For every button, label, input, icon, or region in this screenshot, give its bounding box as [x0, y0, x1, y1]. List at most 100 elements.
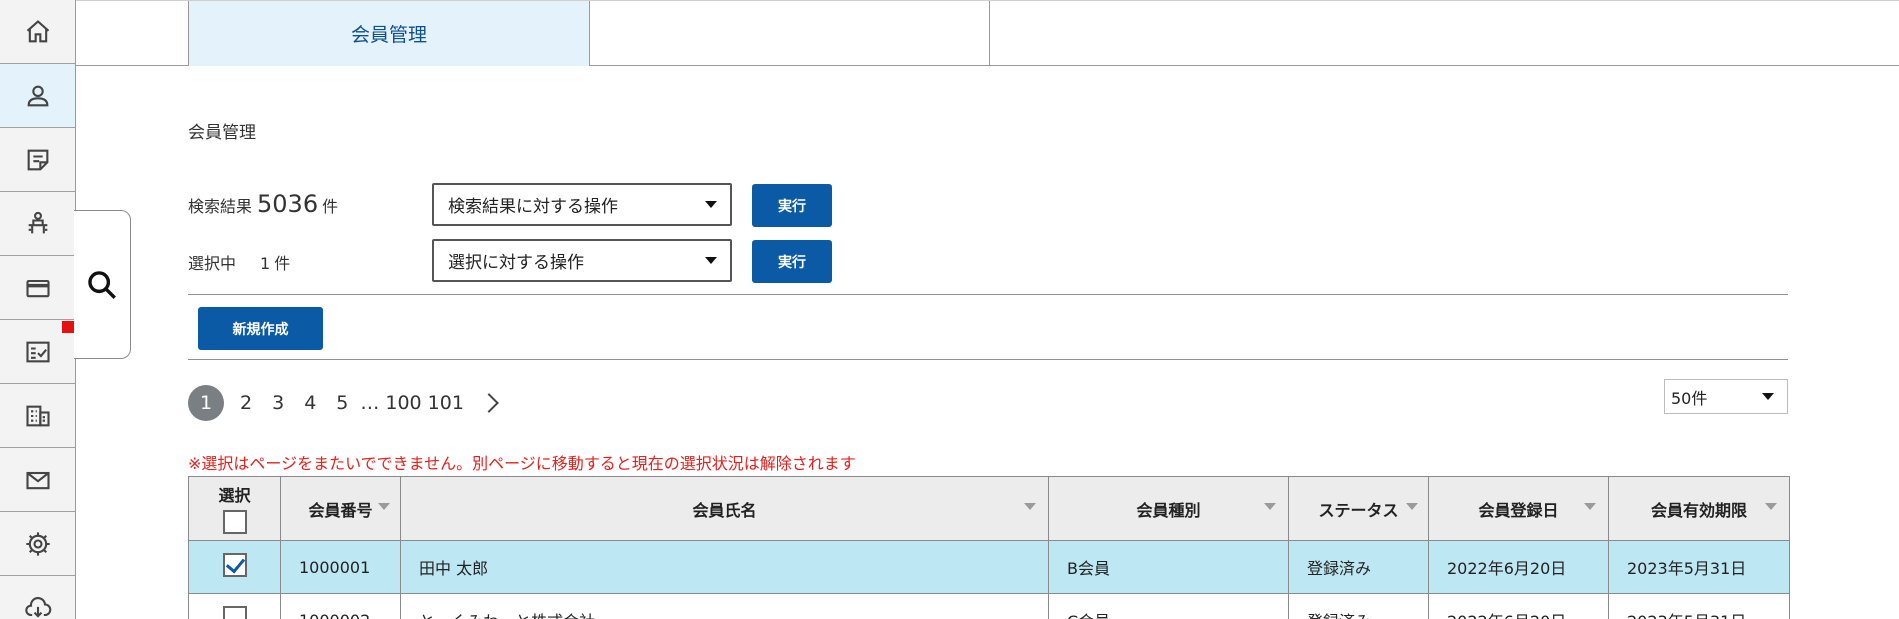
cell-member-no: 1000001 — [280, 540, 401, 594]
tab-label: 会員管理 — [350, 24, 427, 46]
chevron-right-icon[interactable] — [479, 393, 499, 413]
divider — [188, 294, 1788, 295]
building-icon — [25, 405, 50, 426]
page-link[interactable]: 5 — [336, 392, 348, 414]
mail-icon — [25, 471, 50, 489]
header-select: 選択 — [188, 476, 281, 541]
cell-registered: 2022年6月20日 — [1428, 593, 1609, 619]
selection-run-button[interactable]: 実行 — [752, 240, 832, 283]
chevron-down-icon — [1762, 393, 1774, 400]
reception-icon — [28, 211, 47, 233]
nav-home[interactable] — [0, 0, 75, 64]
page-link[interactable]: 4 — [304, 392, 316, 414]
header-label: 会員有効期限 — [1650, 500, 1747, 520]
sort-icon — [1264, 503, 1276, 510]
sort-icon — [1765, 503, 1777, 510]
card-icon — [25, 279, 50, 297]
search-result-unit: 件 — [322, 197, 339, 216]
nav-reception[interactable] — [0, 192, 75, 256]
cloud-download-icon — [24, 596, 51, 618]
selection-summary: 選択中 1 件 — [188, 250, 290, 274]
nav-download[interactable] — [0, 576, 75, 619]
divider — [188, 359, 1788, 360]
tab-empty-3[interactable] — [989, 1, 1899, 66]
user-icon — [27, 85, 48, 106]
row-checkbox[interactable] — [222, 553, 247, 577]
cell-select — [188, 593, 281, 619]
chevron-down-icon — [705, 257, 717, 264]
sort-icon — [1406, 503, 1418, 510]
cell-member-no: 1000002 — [280, 593, 401, 619]
note-icon — [27, 149, 48, 170]
sort-icon — [1584, 503, 1596, 510]
page-title: 会員管理 — [188, 123, 256, 143]
nav-mail[interactable] — [0, 448, 75, 512]
cell-expires: 2023年5月31日 — [1608, 593, 1790, 619]
cell-type: C会員 — [1048, 593, 1289, 619]
search-result-count: 5036 — [257, 190, 319, 218]
header-label: 会員種別 — [1136, 500, 1201, 520]
search-panel-toggle[interactable] — [74, 210, 131, 359]
table-header-row: 選択 会員番号 会員氏名 会員種別 ステータス 会員登録日 会員有効期限 — [188, 476, 1790, 541]
selection-warning: ※選択はページをまたいでできません。別ページに移動すると現在の選択状況は解除され… — [188, 454, 856, 473]
nav-building[interactable] — [0, 384, 75, 448]
search-result-run-button[interactable]: 実行 — [752, 184, 832, 227]
sort-icon — [1024, 503, 1036, 510]
cell-registered: 2022年6月20日 — [1428, 540, 1609, 594]
header-name[interactable]: 会員氏名 — [400, 476, 1049, 541]
per-page-select[interactable]: 50件 — [1664, 379, 1788, 414]
tab-member-management[interactable]: 会員管理 — [188, 1, 589, 66]
checklist-icon — [25, 341, 50, 362]
table-row[interactable]: 1000002 とっくみわーと株式会社 C会員 登録済み 2022年6月20日 … — [188, 593, 1790, 619]
header-label: 会員氏名 — [692, 500, 757, 520]
header-expires[interactable]: 会員有効期限 — [1608, 476, 1790, 541]
home-icon — [26, 19, 49, 42]
select-all-checkbox[interactable] — [222, 509, 247, 534]
header-type[interactable]: 会員種別 — [1048, 476, 1289, 541]
select-value: 選択に対する操作 — [448, 253, 584, 273]
selection-unit: 件 — [274, 254, 291, 273]
gear-icon — [25, 531, 50, 556]
cell-select — [188, 540, 281, 594]
table-row[interactable]: 1000001 田中 太郎 B会員 登録済み 2022年6月20日 2023年5… — [188, 540, 1790, 594]
selection-count: 1 — [260, 254, 271, 273]
select-value: 50件 — [1671, 388, 1708, 408]
header-status[interactable]: ステータス — [1288, 476, 1429, 541]
page-current[interactable]: 1 — [188, 385, 224, 421]
top-tab-bar: 会員管理 — [76, 0, 1899, 66]
members-table: 選択 会員番号 会員氏名 会員種別 ステータス 会員登録日 会員有効期限 100… — [188, 476, 1790, 619]
tab-empty-2[interactable] — [589, 1, 989, 66]
cell-status: 登録済み — [1288, 540, 1429, 594]
nav-members[interactable] — [0, 64, 75, 128]
pagination: 1 2 3 4 5 … 100 101 — [188, 385, 499, 421]
cell-status: 登録済み — [1288, 593, 1429, 619]
chevron-down-icon — [705, 201, 717, 208]
header-label: ステータス — [1318, 500, 1399, 520]
page-link[interactable]: 3 — [272, 392, 284, 414]
side-nav-rail — [0, 0, 76, 619]
page-link[interactable]: 101 — [428, 392, 464, 414]
sort-icon — [378, 503, 390, 510]
page-ellipsis: … — [360, 392, 380, 414]
create-new-button[interactable]: 新規作成 — [198, 307, 323, 350]
page-link[interactable]: 100 — [385, 392, 421, 414]
nav-notes[interactable] — [0, 128, 75, 192]
header-member-no[interactable]: 会員番号 — [280, 476, 401, 541]
header-label: 会員登録日 — [1478, 500, 1559, 520]
page-link[interactable]: 2 — [240, 392, 252, 414]
nav-card[interactable] — [0, 256, 75, 320]
cell-type: B会員 — [1048, 540, 1289, 594]
header-label: 会員番号 — [308, 500, 373, 520]
search-icon — [88, 270, 116, 299]
search-result-summary: 検索結果 5036 件 — [188, 190, 338, 218]
row-checkbox[interactable] — [222, 606, 247, 619]
nav-settings[interactable] — [0, 512, 75, 576]
search-result-label: 検索結果 — [188, 197, 253, 216]
selection-label: 選択中 — [188, 254, 237, 273]
header-registered[interactable]: 会員登録日 — [1428, 476, 1609, 541]
cell-expires: 2023年5月31日 — [1608, 540, 1790, 594]
search-result-action-select[interactable]: 検索結果に対する操作 — [432, 183, 732, 226]
selection-action-select[interactable]: 選択に対する操作 — [432, 239, 732, 282]
cell-name: とっくみわーと株式会社 — [400, 593, 1049, 619]
header-select-label: 選択 — [218, 485, 251, 505]
